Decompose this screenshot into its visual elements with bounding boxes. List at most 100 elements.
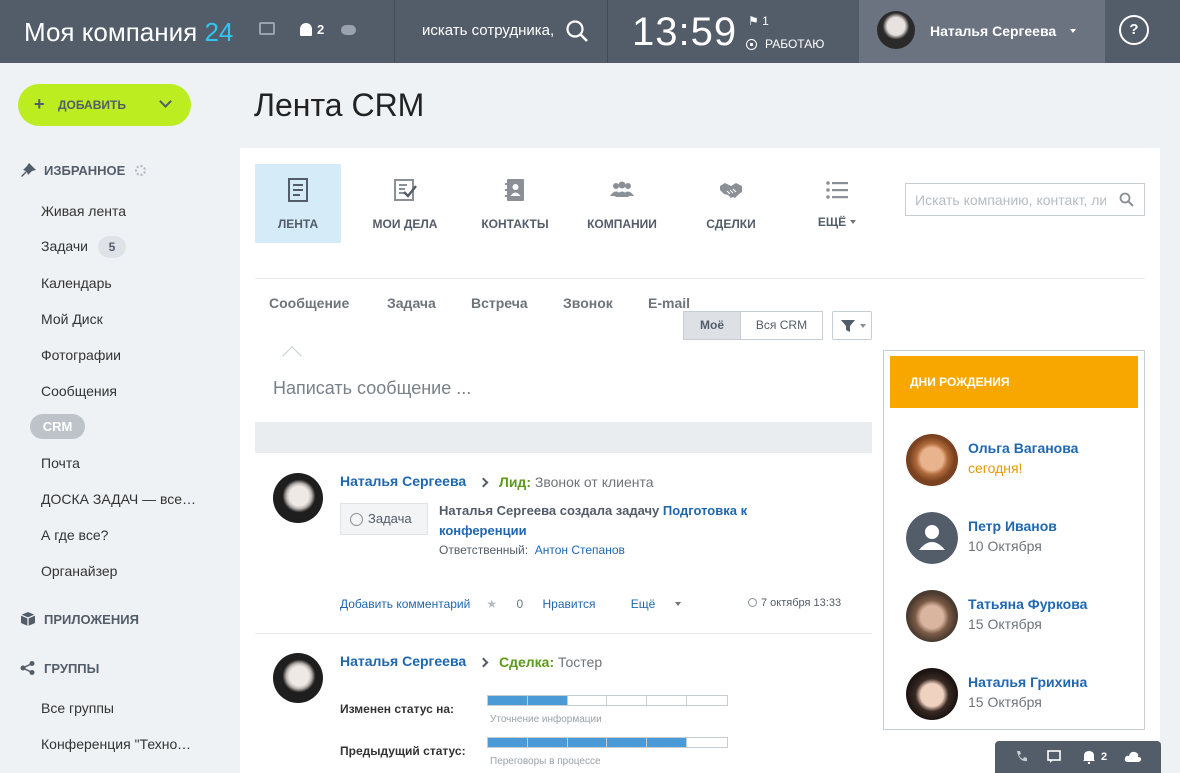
scope-all-button[interactable]: Вся CRM (740, 311, 823, 340)
clock-time[interactable]: 13:59 (632, 10, 737, 55)
help-button[interactable]: ? (1119, 15, 1149, 45)
post-tab-task[interactable]: Задача (387, 295, 436, 311)
birthday-name[interactable]: Ольга Ваганова (968, 440, 1078, 456)
phone-icon[interactable] (1015, 750, 1029, 764)
apps-header[interactable]: ПРИЛОЖЕНИЯ (20, 612, 139, 627)
sidebar-item-where[interactable]: А где все? (41, 527, 201, 543)
like-link[interactable]: Нравится (542, 597, 595, 611)
progress-segment (567, 738, 608, 747)
groups-header[interactable]: ГРУППЫ (20, 661, 99, 676)
collapse-icon[interactable] (282, 346, 302, 366)
progress-segment (607, 738, 648, 747)
counter-badge: 5 (98, 236, 127, 258)
sidebar-item-task-board[interactable]: ДОСКА ЗАДАЧ — все задачи компании (41, 491, 197, 507)
search-icon[interactable] (1119, 192, 1134, 207)
entity-name[interactable]: Тостер (558, 654, 602, 670)
sidebar-item-conference[interactable]: Конференция "Технологии" (41, 736, 197, 752)
sidebar-item-calendar[interactable]: Календарь (41, 275, 201, 291)
notification-count: 2 (317, 22, 325, 37)
entity-name[interactable]: Звонок от клиента (535, 474, 654, 490)
chat-icon[interactable] (259, 22, 275, 35)
like-control[interactable]: ★ 0 Нравится (486, 597, 611, 611)
post-tab-message[interactable]: Сообщение (269, 295, 349, 311)
sidebar-item-label: Задачи (41, 238, 89, 254)
birthday-name[interactable]: Татьяна Фуркова (968, 596, 1087, 612)
tab-companies[interactable]: КОМПАНИИ (579, 164, 665, 243)
post-tab-email[interactable]: E-mail (648, 295, 690, 311)
top-bar: Моя компания 24 2 искать сотрудника, 13:… (0, 0, 1180, 63)
birthday-name[interactable]: Петр Иванов (968, 518, 1057, 534)
tab-label: КОНТАКТЫ (481, 217, 549, 231)
tab-contacts[interactable]: КОНТАКТЫ (472, 164, 558, 243)
sidebar-item-tasks[interactable]: Задачи 5 (41, 236, 201, 258)
sidebar-item-organizer[interactable]: Органайзер (41, 563, 201, 579)
sidebar-item-disk[interactable]: Мой Диск (41, 311, 201, 327)
clock-icon (350, 513, 363, 526)
birthday-date: сегодня! (968, 460, 1023, 476)
chevron-right-icon (478, 657, 489, 668)
sidebar-item-messages[interactable]: Сообщения (41, 383, 201, 399)
bell-icon[interactable] (1082, 750, 1096, 764)
birthdays-title: ДНИ РОЖДЕНИЯ (890, 356, 1138, 408)
tab-deals[interactable]: СДЕЛКИ (688, 164, 774, 243)
sidebar-item-feed[interactable]: Живая лента (41, 203, 201, 219)
responsible-name[interactable]: Антон Степанов (535, 543, 625, 557)
caret-down-icon (860, 324, 866, 328)
birthday-item[interactable]: Татьяна Фуркова 15 Октября (884, 590, 1144, 650)
user-name: Наталья Сергеева (930, 23, 1057, 39)
progress-segment (488, 696, 528, 705)
new-status-bar (487, 695, 728, 706)
progress-segment (687, 696, 727, 705)
compose-input[interactable]: Написать сообщение ... (273, 378, 471, 399)
add-comment-link[interactable]: Добавить комментарий (340, 597, 470, 611)
more-label: Ещё (630, 597, 656, 611)
notification-count: 2 (1101, 751, 1108, 763)
filter-button[interactable] (832, 311, 872, 340)
employee-search[interactable]: искать сотрудника, (395, 0, 607, 63)
add-button[interactable]: + ДОБАВИТЬ (18, 84, 191, 126)
birthday-item[interactable]: Наталья Грихина 15 Октября (884, 668, 1144, 728)
tab-more[interactable]: ЕЩЁ (794, 164, 880, 243)
chat-icon[interactable] (1047, 750, 1061, 764)
avatar (906, 590, 958, 642)
work-status[interactable]: РАБОТАЮ (746, 37, 824, 51)
apps-title: ПРИЛОЖЕНИЯ (44, 612, 139, 627)
tab-label: СДЕЛКИ (706, 217, 756, 231)
flag-counter[interactable]: ⚑ 1 (748, 14, 769, 28)
tab-feed[interactable]: ЛЕНТА (255, 164, 341, 243)
bell-icon[interactable] (300, 23, 312, 36)
logo-number: 24 (204, 17, 234, 47)
scope-mine-button[interactable]: Моё (683, 311, 741, 340)
crm-search[interactable] (905, 183, 1145, 216)
divider (255, 633, 872, 634)
birthday-item[interactable]: Петр Иванов 10 Октября (884, 512, 1144, 572)
sidebar-item-mail[interactable]: Почта (41, 455, 201, 471)
tab-label: МОИ ДЕЛА (372, 217, 438, 231)
post-author[interactable]: Наталья Сергеева (340, 653, 466, 669)
birthday-item[interactable]: Ольга Ваганова сегодня! (884, 434, 1144, 494)
tab-my-activities[interactable]: МОИ ДЕЛА (362, 164, 448, 243)
company-logo[interactable]: Моя компания 24 (24, 17, 233, 48)
crm-search-input[interactable] (906, 184, 1106, 215)
cloud-icon[interactable] (1124, 750, 1142, 764)
avatar[interactable] (273, 473, 323, 523)
sidebar-item-all-groups[interactable]: Все группы (41, 700, 201, 716)
post-tab-call[interactable]: Звонок (563, 295, 613, 311)
logo-text: Моя компания (24, 17, 198, 47)
favorites-header[interactable]: ИЗБРАННОЕ (20, 163, 147, 178)
post-author[interactable]: Наталья Сергеева (340, 473, 466, 489)
search-icon[interactable] (565, 19, 589, 43)
post-tab-meeting[interactable]: Встреча (471, 295, 528, 311)
employee-search-input[interactable]: искать сотрудника, (422, 22, 554, 39)
more-link[interactable]: Ещё (631, 597, 698, 611)
sidebar-item-photos[interactable]: Фотографии (41, 347, 201, 363)
companies-icon (610, 181, 634, 197)
progress-segment (687, 738, 727, 747)
avatar[interactable] (273, 653, 323, 703)
help-zone: ? (1105, 0, 1180, 63)
sidebar-item-crm[interactable]: CRM (30, 414, 85, 439)
birthday-name[interactable]: Наталья Грихина (968, 674, 1087, 690)
gear-icon[interactable] (135, 165, 147, 176)
user-menu[interactable]: Наталья Сергеева (859, 0, 1105, 63)
cloud-icon[interactable] (341, 25, 356, 35)
